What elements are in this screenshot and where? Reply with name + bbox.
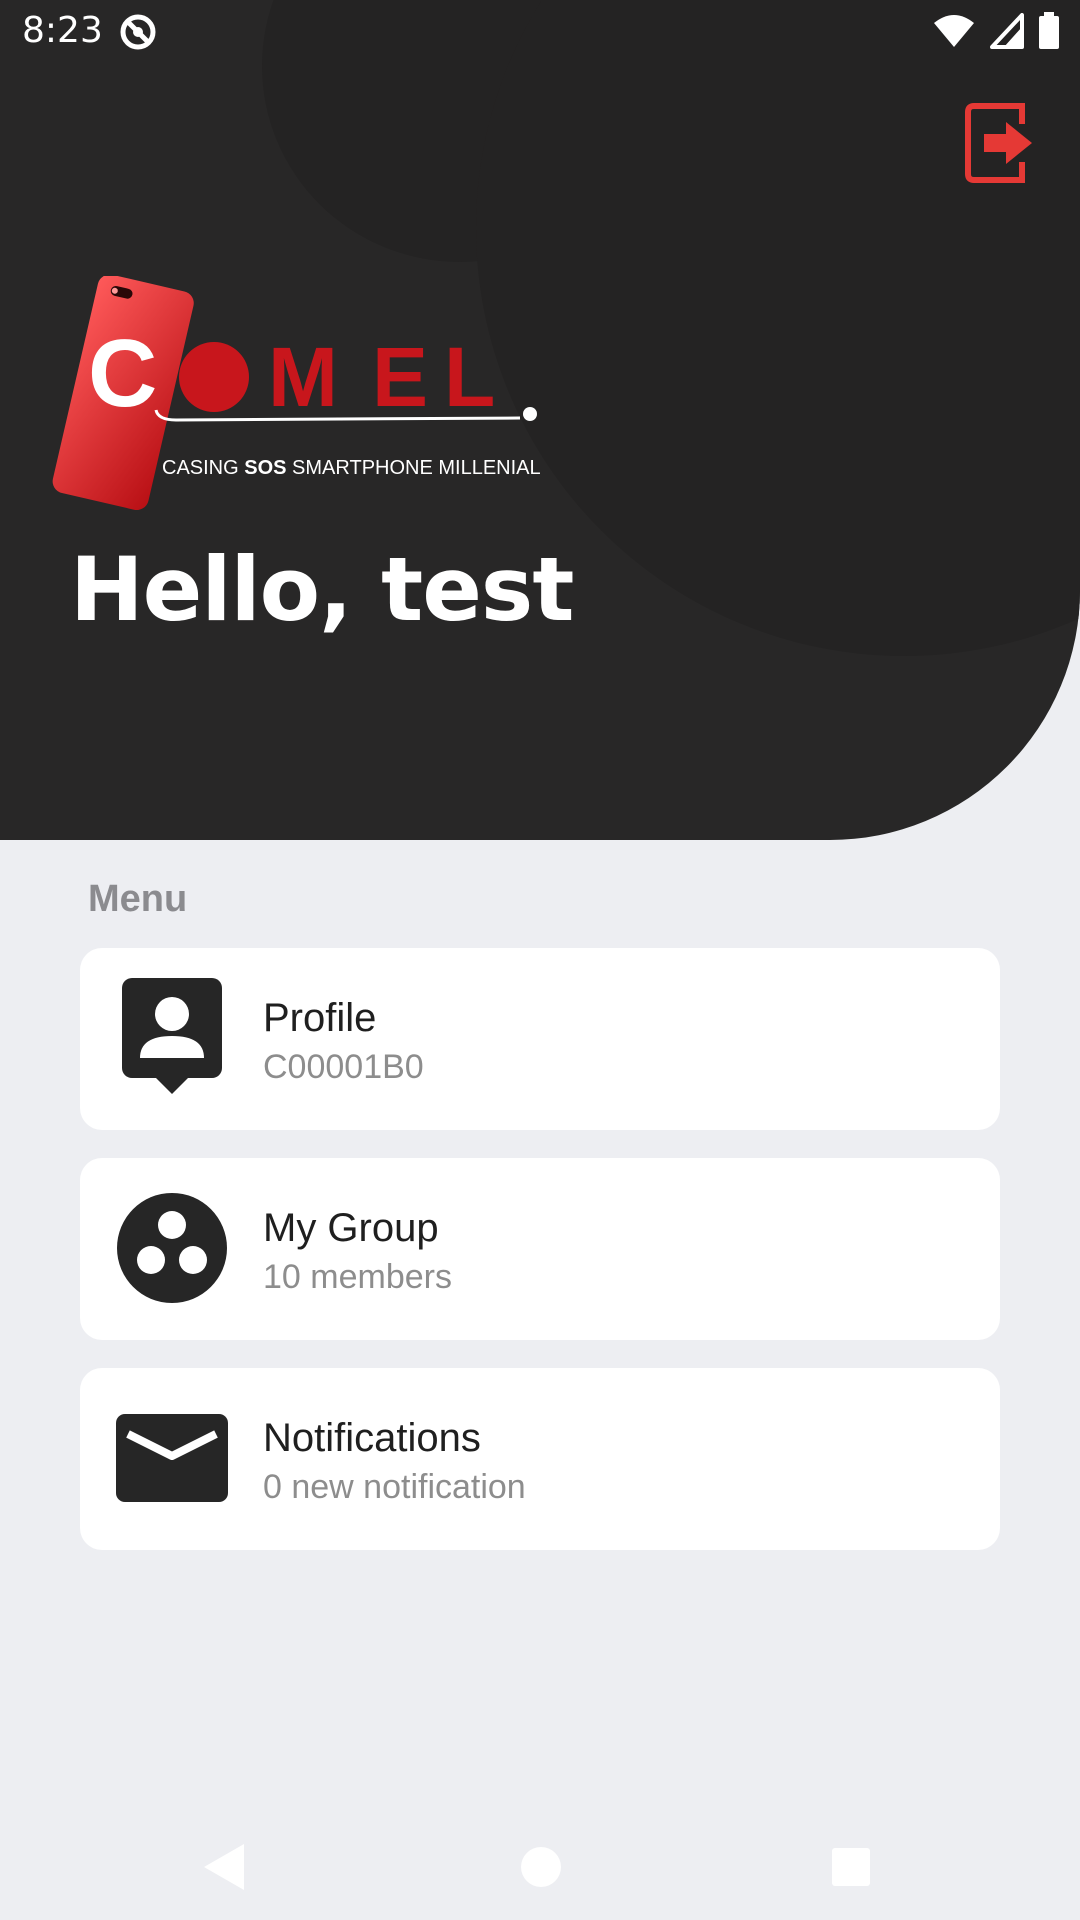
comel-logo: C M E L CASING SOS SMARTPHONE MILLENIAL [52,276,541,510]
recents-icon[interactable] [816,1832,886,1902]
greeting-title: Hello, test [70,538,574,641]
menu-item-subtitle: 10 members [263,1258,452,1296]
menu-item-title: My Group [263,1206,439,1250]
battery-icon [1039,12,1059,49]
logo-letter: E [372,330,428,424]
mail-icon [116,1414,228,1502]
menu-item-subtitle: C00001B0 [263,1048,424,1086]
menu-item-title: Profile [263,996,377,1040]
home-icon[interactable] [506,1832,576,1902]
menu-item-my-group[interactable]: My Group 10 members [80,1158,1000,1340]
app-notification-icon [120,14,156,50]
menu-item-title: Notifications [263,1416,481,1460]
menu-item-notifications[interactable]: Notifications 0 new notification [80,1368,1000,1550]
back-icon[interactable] [190,1832,260,1902]
wifi-icon [934,15,974,47]
menu-item-subtitle: 0 new notification [263,1468,526,1506]
logo-letter: L [444,330,495,424]
menu-heading: Menu [88,878,188,920]
logo-letter: C [88,320,157,427]
status-time: 8:23 [22,10,103,51]
group-icon [117,1193,227,1303]
logout-icon[interactable] [964,102,1036,184]
cellular-signal-icon [990,13,1024,49]
logo-letter: M [268,330,338,424]
logo-tagline: CASING SOS SMARTPHONE MILLENIAL [162,457,541,479]
profile-icon [122,978,222,1094]
menu-item-profile[interactable]: Profile C00001B0 [80,948,1000,1130]
status-bar: 8:23 [0,0,1080,64]
navigation-bar [0,1820,1080,1920]
